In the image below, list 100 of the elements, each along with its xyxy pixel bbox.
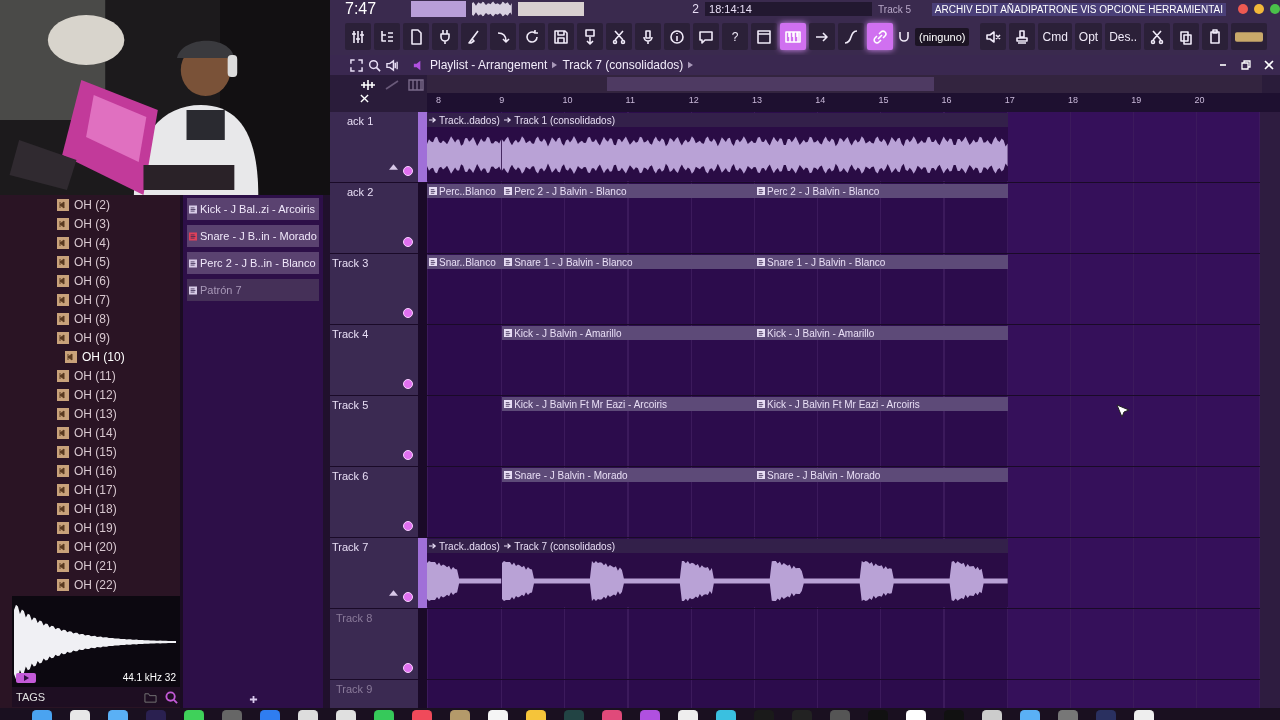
clip[interactable]: Perc..Blanco: [427, 184, 503, 252]
app-icon[interactable]: [182, 710, 206, 720]
minimize-icon[interactable]: [1254, 4, 1264, 14]
tool-button[interactable]: [635, 23, 661, 50]
triangle-icon[interactable]: [389, 590, 398, 596]
browser-item[interactable]: OH (13): [57, 404, 180, 423]
tool-button[interactable]: Cmd: [1038, 23, 1072, 50]
app-icon[interactable]: [106, 710, 130, 720]
tool-button[interactable]: [606, 23, 632, 50]
close-icon[interactable]: [1264, 60, 1274, 70]
restore-icon[interactable]: [1241, 60, 1251, 70]
track-lane[interactable]: Snar..Blanco Snare 1 - J Balvin - Blanco Snare 1 - J Balvin - Blanco: [427, 254, 1260, 324]
app-icon[interactable]: [524, 710, 548, 720]
clip[interactable]: Track 1 (consolidados): [502, 113, 1008, 181]
browser-item[interactable]: OH (17): [57, 480, 180, 499]
clip[interactable]: Snare 1 - J Balvin - Blanco: [755, 255, 1008, 323]
clip[interactable]: Track..dados): [427, 539, 503, 607]
browser-item[interactable]: OH (11): [57, 366, 180, 385]
app-icon[interactable]: [714, 710, 738, 720]
play-icon[interactable]: [16, 673, 36, 683]
tool-button[interactable]: [403, 23, 429, 50]
app-icon[interactable]: [486, 710, 510, 720]
browser-item[interactable]: OH (16): [57, 461, 180, 480]
tool-button[interactable]: [1231, 23, 1268, 50]
app-icon[interactable]: [676, 710, 700, 720]
track-dot-icon[interactable]: [403, 308, 413, 318]
tool-button[interactable]: [548, 23, 574, 50]
search-icon[interactable]: [165, 690, 178, 704]
track-lane[interactable]: Perc..Blanco Perc 2 - J Balvin - Blanco Perc 2 - J Balvin - Blanco: [427, 183, 1260, 253]
breadcrumb[interactable]: Track 7 (consolidados): [562, 58, 684, 72]
app-icon[interactable]: [904, 710, 928, 720]
clip[interactable]: Track..dados): [427, 113, 503, 181]
app-icon[interactable]: [30, 710, 54, 720]
browser-item[interactable]: OH (20): [57, 537, 180, 556]
browser-item[interactable]: OH (2): [57, 195, 180, 214]
track-header[interactable]: Track 3: [330, 254, 418, 324]
tool-button[interactable]: [432, 23, 458, 50]
browser-item[interactable]: OH (21): [57, 556, 180, 575]
track-lane[interactable]: Track..dados) Track 1 (consolidados): [427, 112, 1260, 182]
browser-item[interactable]: OH (18): [57, 499, 180, 518]
track-header[interactable]: ack 1: [330, 112, 418, 182]
search-icon[interactable]: [368, 58, 381, 72]
clip[interactable]: Kick - J Balvin - Amarillo: [502, 326, 755, 394]
track-dot-icon[interactable]: [403, 521, 413, 531]
snap-field[interactable]: (ninguno): [915, 27, 970, 46]
pattern-item[interactable]: Snare - J B..in - Morado: [187, 225, 319, 247]
clip[interactable]: Snare - J Balvin - Morado: [755, 468, 1008, 536]
tool-button[interactable]: [1173, 23, 1200, 50]
tool-button[interactable]: [1202, 23, 1229, 50]
tool-button[interactable]: [577, 23, 603, 50]
tool-button[interactable]: Opt: [1074, 23, 1103, 50]
tool-button[interactable]: [345, 23, 371, 50]
app-icon[interactable]: [1132, 710, 1156, 720]
folder-icon[interactable]: [144, 690, 157, 704]
clip[interactable]: Kick - J Balvin - Amarillo: [755, 326, 1008, 394]
tool-button[interactable]: [461, 23, 487, 50]
scroll-thumb[interactable]: [607, 77, 934, 91]
tool-button[interactable]: [751, 23, 777, 50]
clip[interactable]: Snare - J Balvin - Morado: [502, 468, 755, 536]
track-lane[interactable]: Kick - J Balvin Ft Mr Eazi - Arcoiris Kick - J Balvin Ft Mr Eazi - Arcoiris: [427, 396, 1260, 466]
track-header[interactable]: Track 6: [330, 467, 418, 537]
browser-item[interactable]: OH (10): [57, 347, 180, 366]
pattern-item[interactable]: Perc 2 - J B..in - Blanco: [187, 252, 319, 274]
browser-item[interactable]: OH (12): [57, 385, 180, 404]
link-icon[interactable]: [384, 79, 400, 91]
browser-item[interactable]: OH (3): [57, 214, 180, 233]
tool-button[interactable]: ?: [722, 23, 748, 50]
clip[interactable]: Track 7 (consolidados): [502, 539, 1008, 607]
pattern-item[interactable]: Patrón 7: [187, 279, 319, 301]
tool-button[interactable]: [838, 23, 864, 50]
app-icon[interactable]: [372, 710, 396, 720]
tool-button[interactable]: [693, 23, 719, 50]
track-header[interactable]: Track 7: [330, 538, 418, 608]
browser-item[interactable]: OH (9): [57, 328, 180, 347]
triangle-icon[interactable]: [389, 164, 398, 170]
browser-item[interactable]: OH (19): [57, 518, 180, 537]
track-dot-icon[interactable]: [403, 663, 413, 673]
browser-item[interactable]: OH (8): [57, 309, 180, 328]
app-icon[interactable]: [1018, 710, 1042, 720]
tags-label[interactable]: TAGS: [16, 691, 46, 703]
app-icon[interactable]: [68, 710, 92, 720]
browser-item[interactable]: OH (14): [57, 423, 180, 442]
tool-button[interactable]: [980, 23, 1007, 50]
track-header[interactable]: Track 4: [330, 325, 418, 395]
browser-item[interactable]: OH (5): [57, 252, 180, 271]
track-dot-icon[interactable]: [403, 592, 413, 602]
track-header[interactable]: Track 5: [330, 396, 418, 466]
browser-item[interactable]: OH (4): [57, 233, 180, 252]
tool-button[interactable]: [1144, 23, 1171, 50]
clip[interactable]: Snare 1 - J Balvin - Blanco: [502, 255, 755, 323]
add-icon[interactable]: [248, 695, 258, 704]
timeline-ruler[interactable]: 8 9 10 11 12 13 14 15 16 17 18 19 20: [427, 93, 1280, 112]
app-icon[interactable]: [296, 710, 320, 720]
track-dot-icon[interactable]: [403, 166, 413, 176]
track-lane[interactable]: Track..dados) Track 7 (consolidados): [427, 538, 1260, 608]
close-icon[interactable]: [360, 94, 369, 103]
track-header[interactable]: ack 2: [330, 183, 418, 253]
browser-item[interactable]: OH (6): [57, 271, 180, 290]
track-lane[interactable]: Kick - J Balvin - Amarillo Kick - J Balvin - Amarillo: [427, 325, 1260, 395]
track-lane[interactable]: Snare - J Balvin - Morado Snare - J Balvin - Morado: [427, 467, 1260, 537]
